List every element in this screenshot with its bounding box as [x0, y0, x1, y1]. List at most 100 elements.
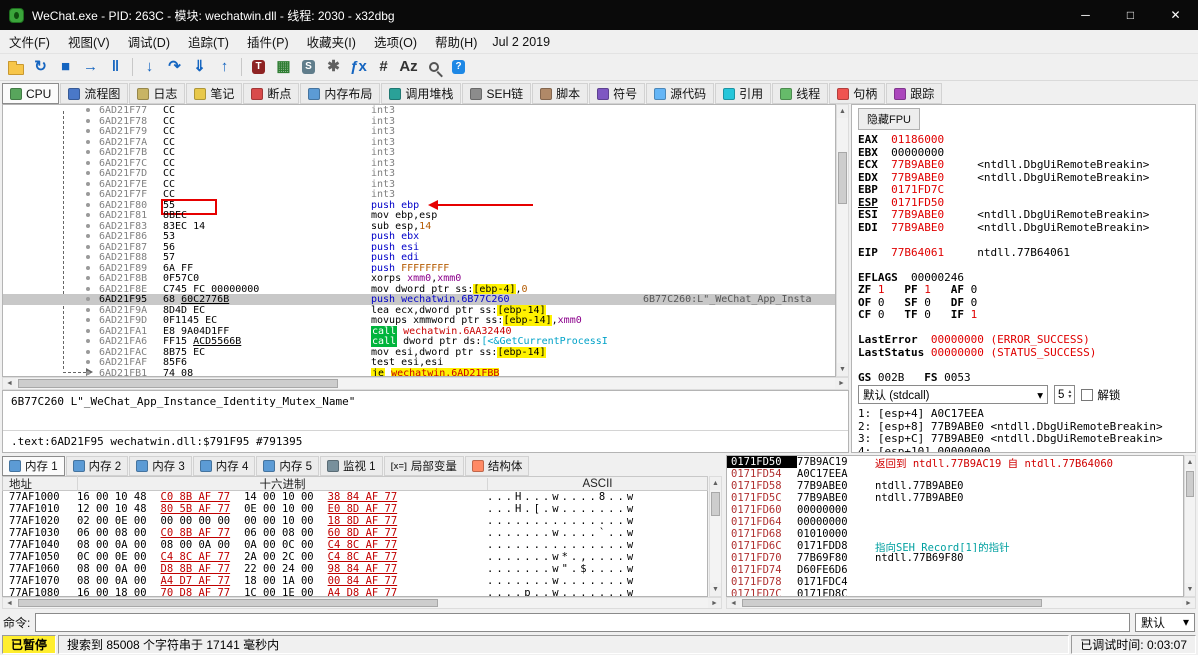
disasm-row[interactable]: 6AD21F8E C745 FC 00000000 mov dword ptr ss…	[3, 283, 835, 295]
menu-item[interactable]: 文件(F)	[0, 29, 59, 54]
dump-row[interactable]: 77AF1070 08 00 0A 00 A4 D7 AF 77 18 00 1A 0…	[3, 575, 707, 587]
minimize-button[interactable]: ─	[1063, 0, 1108, 30]
command-dropdown[interactable]: 默认 ▾	[1135, 612, 1195, 632]
disasm-row[interactable]: 6AD21F7B CC int3	[3, 147, 835, 158]
argument-line[interactable]: 4: [esp+10] 00000000	[858, 445, 1189, 453]
disasm-row[interactable]: 6AD21FA6 FF15 ACD5566B call dword ptr ds:[…	[3, 336, 835, 347]
scroll-up-icon[interactable]: ▲	[1185, 456, 1195, 469]
register-line[interactable]	[858, 233, 1189, 246]
scroll-up-icon[interactable]: ▲	[837, 105, 848, 118]
toolbar-button-strings-icon[interactable]: Az	[396, 56, 421, 79]
toolbar-button-patches-icon[interactable]: ▦	[271, 56, 296, 79]
dump-col-hex[interactable]: 十六进制	[77, 475, 487, 492]
menu-item[interactable]: 视图(V)	[59, 29, 119, 54]
disasm-row[interactable]: 6AD21F7C CC int3	[3, 158, 835, 169]
dump-col-ascii[interactable]: ASCII	[487, 477, 707, 490]
disasm-row[interactable]: 6AD21F86 53 push ebx	[3, 231, 835, 242]
toolbar-button-restart-icon[interactable]: ↻	[28, 56, 53, 79]
tab-notes[interactable]: 笔记	[186, 83, 243, 104]
stack-row[interactable]: 0171FD5C 77B9ABE0 ntdll.77B9ABE0	[727, 492, 1183, 504]
register-line[interactable]: ESP 0171FD50	[858, 196, 1189, 209]
toolbar-button-run-to-return-icon[interactable]: ↑	[212, 56, 237, 79]
tab-threads[interactable]: 线程	[772, 83, 829, 104]
register-line[interactable]: LastStatus 00000000 (STATUS_SUCCESS)	[858, 346, 1189, 359]
command-input[interactable]	[35, 612, 1130, 632]
close-button[interactable]: ✕	[1153, 0, 1198, 30]
register-line[interactable]: ECX 77B9ABE0 <ntdll.DbgUiRemoteBreakin>	[858, 158, 1189, 171]
menu-item[interactable]: 收藏夹(I)	[298, 29, 365, 54]
toolbar-button-trace-into-icon[interactable]: ⇓	[187, 56, 212, 79]
maximize-button[interactable]: □	[1108, 0, 1153, 30]
dump-hscrollbar[interactable]: ◄ ►	[2, 597, 722, 609]
stack-row[interactable]: 0171FD70 77B69F80 ntdll.77B69F80	[727, 552, 1183, 564]
register-line[interactable]: OF 0 SF 0 DF 0	[858, 296, 1189, 309]
scroll-thumb[interactable]	[1186, 471, 1194, 497]
scroll-left-icon[interactable]: ◄	[3, 378, 16, 389]
scroll-track[interactable]	[837, 118, 848, 363]
register-line[interactable]: EBP 0171FD7C	[858, 183, 1189, 196]
dump-row[interactable]: 77AF1010 12 00 10 48 80 5B AF 77 0E 00 10 0…	[3, 503, 707, 515]
register-line[interactable]: EDI 77B9ABE0 <ntdll.DbgUiRemoteBreakin>	[858, 221, 1189, 234]
disasm-row[interactable]: 6AD21F81 8BEC mov ebp,esp	[3, 210, 835, 221]
calling-convention-select[interactable]: 默认 (stdcall) ▾	[858, 385, 1048, 404]
tab-dump5[interactable]: 内存 5	[256, 456, 319, 476]
dump-col-address[interactable]: 地址	[3, 476, 77, 492]
spinner-buttons[interactable]: ▴ ▾	[1068, 389, 1071, 400]
tab-breakpoints[interactable]: 断点	[243, 83, 300, 104]
disasm-row[interactable]: 6AD21F7D CC int3	[3, 168, 835, 179]
tab-locals[interactable]: [x=] 局部变量	[383, 456, 464, 476]
toolbar-button-seh-chain-icon[interactable]: S	[296, 56, 321, 79]
disasm-row[interactable]: 6AD21F9A 8D4D EC lea ecx,dword ptr ss:[ebp…	[3, 304, 835, 316]
tab-symbols[interactable]: 符号	[589, 83, 646, 104]
dump-row[interactable]: 77AF1080 16 00 18 00 70 D8 AF 77 1C 00 1E 0…	[3, 587, 707, 596]
tab-dump3[interactable]: 内存 3	[129, 456, 192, 476]
scroll-thumb[interactable]	[18, 599, 438, 607]
disasm-row[interactable]: 6AD21F83 83EC 14 sub esp,14	[3, 221, 835, 232]
unlock-checkbox[interactable]: 解锁	[1081, 387, 1120, 403]
disasm-row[interactable]: 6AD21F78 CC int3	[3, 116, 835, 127]
scroll-track[interactable]	[16, 378, 835, 389]
register-line[interactable]	[858, 321, 1189, 334]
disasm-row[interactable]: 6AD21FB1 74 08 je wechatwin.6AD21FBB	[3, 367, 835, 376]
menu-item[interactable]: 追踪(T)	[179, 29, 238, 54]
register-line[interactable]: EDX 77B9ABE0 <ntdll.DbgUiRemoteBreakin>	[858, 171, 1189, 184]
toolbar-button-pause-icon[interactable]: ‖	[103, 56, 128, 79]
scroll-thumb[interactable]	[742, 599, 1042, 607]
tab-struct[interactable]: 结构体	[464, 456, 530, 476]
disasm-row[interactable]: 6AD21FAC 8B75 EC mov esi,dword ptr ss:[ebp…	[3, 346, 835, 358]
disasm-hscrollbar[interactable]: ◄ ►	[2, 377, 849, 390]
stack-row[interactable]: 0171FD74 D60FE6D6	[727, 564, 1183, 576]
menu-item[interactable]: 选项(O)	[365, 29, 426, 54]
scroll-left-icon[interactable]: ◄	[3, 598, 16, 608]
tab-trace[interactable]: 跟踪	[886, 83, 943, 104]
disasm-row[interactable]: 6AD21F7A CC int3	[3, 137, 835, 148]
hide-fpu-button[interactable]: 隐藏FPU	[858, 108, 920, 130]
disasm-row[interactable]: 6AD21F8B 0F57C0 xorps xmm0,xmm0	[3, 273, 835, 284]
register-line[interactable]: ESI 77B9ABE0 <ntdll.DbgUiRemoteBreakin>	[858, 208, 1189, 221]
disasm-row[interactable]: 6AD21F9D 0F1145 EC movups xmmword ptr ss:[…	[3, 315, 835, 326]
toolbar-button-search-icon[interactable]	[421, 56, 446, 79]
toolbar-button-run-icon[interactable]: →	[78, 56, 103, 79]
toolbar-button-open-file-icon[interactable]	[3, 56, 28, 79]
tab-script[interactable]: 脚本	[532, 83, 589, 104]
scroll-thumb[interactable]	[838, 152, 847, 204]
disasm-row[interactable]: 6AD21F77 CC int3	[3, 105, 835, 116]
tab-memmap[interactable]: 内存布局	[300, 83, 381, 104]
tab-graph[interactable]: 流程图	[60, 83, 129, 104]
disasm-row[interactable]: 6AD21F80 55 push ebp	[3, 198, 835, 214]
register-line[interactable]: EIP 77B64061 ntdll.77B64061	[858, 246, 1189, 259]
tab-cpu[interactable]: CPU	[2, 83, 60, 104]
stack-row[interactable]: 0171FD54 A0C17EEA	[727, 468, 1183, 480]
disasm-row[interactable]: 6AD21F7E CC int3	[3, 179, 835, 190]
argument-line[interactable]: 3: [esp+C] 77B9ABE0 <ntdll.DbgUiRemoteBr…	[858, 432, 1189, 445]
stack-vscrollbar[interactable]: ▲ ▼	[1184, 455, 1196, 597]
toolbar-button-stop-icon[interactable]: ■	[53, 56, 78, 79]
disasm-row[interactable]: 6AD21FAF 85F6 test esi,esi	[3, 357, 835, 368]
disasm-row[interactable]: 6AD21FA1 E8 9A04D1FF call wechatwin.6AA324…	[3, 325, 835, 337]
disasm-row[interactable]: 6AD21F79 CC int3	[3, 126, 835, 137]
register-line[interactable]: GS 002B FS 0053	[858, 371, 1189, 384]
dump-row[interactable]: 77AF1060 08 00 0A 00 D8 8B AF 77 22 00 24 0…	[3, 563, 707, 575]
stack-hscrollbar[interactable]: ◄ ►	[726, 597, 1196, 609]
register-line[interactable]: EBX 00000000	[858, 146, 1189, 159]
disasm-row[interactable]: 6AD21F87 56 push esi	[3, 242, 835, 253]
